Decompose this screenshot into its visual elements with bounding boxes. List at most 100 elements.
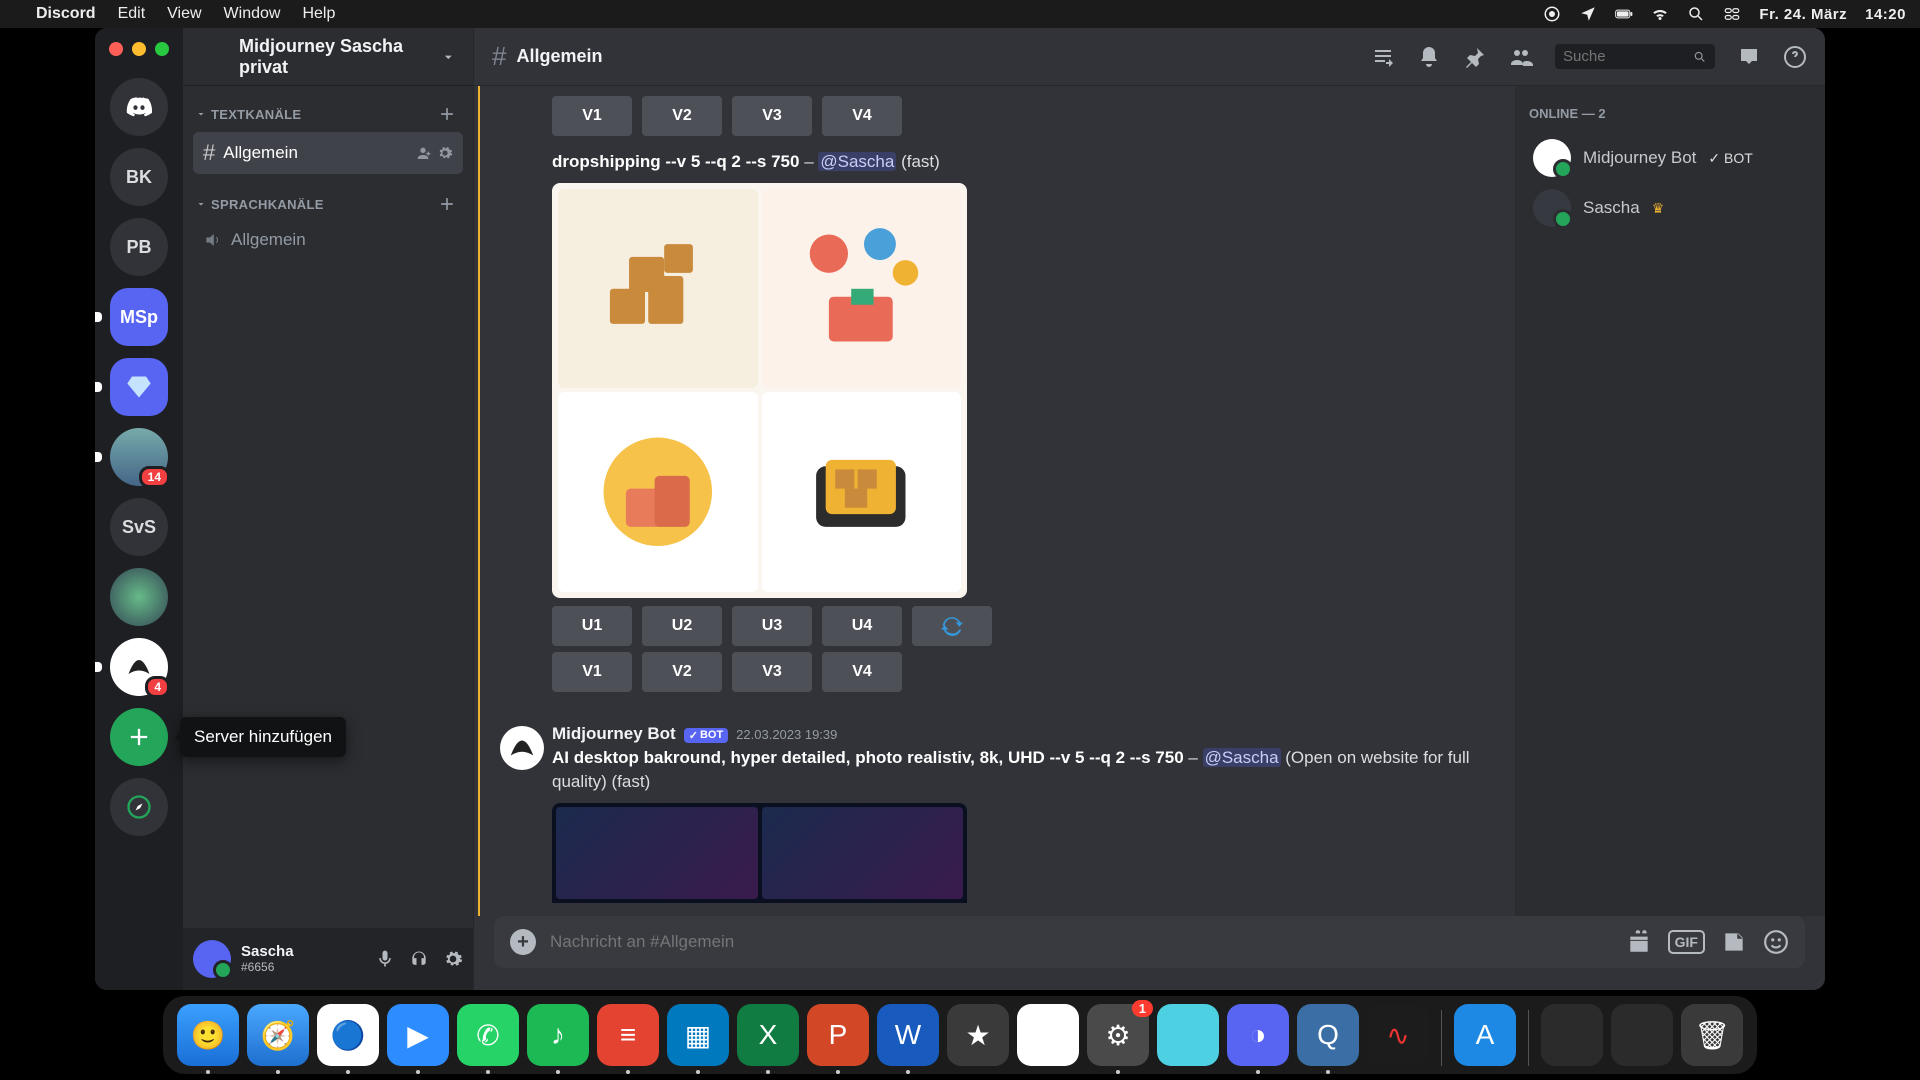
deafen-icon[interactable] [409,949,429,969]
dock-chrome[interactable]: 🔵 [317,1004,379,1066]
reroll-button[interactable] [912,606,992,646]
notifications-icon[interactable] [1417,45,1441,69]
dock-word[interactable]: W [877,1004,939,1066]
v3-button[interactable]: V3 [732,96,812,136]
dock-minimized-window[interactable] [1611,1004,1673,1066]
dock-trash[interactable]: 🗑 [1681,1004,1743,1066]
server-svs[interactable]: SvS [110,498,168,556]
record-icon[interactable] [1543,5,1561,23]
text-channel-allgemein[interactable]: # Allgemein [193,132,463,174]
menubar-view[interactable]: View [167,5,201,23]
dock-trello[interactable]: ▦ [667,1004,729,1066]
search-box[interactable] [1555,44,1715,69]
dock-zoom[interactable]: ▶ [387,1004,449,1066]
user-name[interactable]: Sascha [241,944,294,961]
v1-button[interactable]: V1 [552,652,632,692]
image-grid[interactable] [552,803,967,903]
gift-icon[interactable] [1626,929,1652,955]
image-cell-2[interactable] [762,189,962,389]
dock-discord[interactable]: ◑ [1227,1004,1289,1066]
text-channels-category[interactable]: TEXTKANÄLE [183,86,473,130]
gear-icon[interactable] [437,145,453,161]
menubar-date[interactable]: Fr. 24. März [1759,6,1847,23]
server-avatar1[interactable]: 14 [110,428,168,486]
control-center-icon[interactable] [1723,5,1741,23]
mute-icon[interactable] [375,949,395,969]
invite-icon[interactable] [415,145,431,161]
add-channel-icon[interactable] [437,194,457,214]
dock-spotify[interactable]: ♪ [527,1004,589,1066]
menubar-time[interactable]: 14:20 [1865,6,1906,23]
voice-channel-allgemein[interactable]: Allgemein [193,222,463,258]
dock-safari[interactable]: 🧭 [247,1004,309,1066]
emoji-icon[interactable] [1763,929,1789,955]
attach-button[interactable]: + [510,929,536,955]
dock-whatsapp[interactable]: ✆ [457,1004,519,1066]
u4-button[interactable]: U4 [822,606,902,646]
u2-button[interactable]: U2 [642,606,722,646]
voice-channels-category[interactable]: SPRACHKANÄLE [183,176,473,220]
server-bk[interactable]: BK [110,148,168,206]
dock-imovie[interactable]: ★ [947,1004,1009,1066]
dock-finder[interactable]: 🙂 [177,1004,239,1066]
dock-excel[interactable]: X [737,1004,799,1066]
gif-button[interactable]: GIF [1668,930,1705,954]
members-icon[interactable] [1509,45,1533,69]
u1-button[interactable]: U1 [552,606,632,646]
image-cell-4[interactable] [762,392,962,592]
menubar-window[interactable]: Window [224,5,281,23]
bot-avatar[interactable] [500,726,544,770]
minimize-window-button[interactable] [132,42,146,56]
image-cell-1[interactable] [556,807,758,899]
v3-button[interactable]: V3 [732,652,812,692]
close-window-button[interactable] [109,42,123,56]
dock-app-cyan[interactable] [1157,1004,1219,1066]
member-row[interactable]: Midjourney Bot ✓ BOT [1529,133,1811,183]
v4-button[interactable]: V4 [822,652,902,692]
v2-button[interactable]: V2 [642,652,722,692]
message-author[interactable]: Midjourney Bot [552,724,676,744]
window-traffic-lights[interactable] [109,42,169,56]
server-header[interactable]: Midjourney Sascha privat [183,28,473,86]
help-icon[interactable] [1783,45,1807,69]
menubar-help[interactable]: Help [302,5,335,23]
message-input[interactable] [550,932,1612,952]
v4-button[interactable]: V4 [822,96,902,136]
image-cell-3[interactable] [558,392,758,592]
server-gem[interactable] [110,358,168,416]
menubar-edit[interactable]: Edit [118,5,146,23]
dock-settings[interactable]: ⚙1 [1087,1004,1149,1066]
wifi-icon[interactable] [1651,5,1669,23]
sticker-icon[interactable] [1721,929,1747,955]
dock-quicktime[interactable]: Q [1297,1004,1359,1066]
u3-button[interactable]: U3 [732,606,812,646]
inbox-icon[interactable] [1737,45,1761,69]
dock-todoist[interactable]: ≡ [597,1004,659,1066]
image-cell-2[interactable] [762,807,964,899]
dock-drive[interactable]: ▲ [1017,1004,1079,1066]
dock-appstore[interactable]: A [1454,1004,1516,1066]
explore-servers-button[interactable] [110,778,168,836]
add-channel-icon[interactable] [437,104,457,124]
image-cell-1[interactable] [558,189,758,389]
server-home[interactable] [110,78,168,136]
settings-icon[interactable] [443,949,463,969]
server-photo[interactable] [110,568,168,626]
menubar-app-name[interactable]: Discord [36,5,96,23]
v1-button[interactable]: V1 [552,96,632,136]
location-icon[interactable] [1579,5,1597,23]
member-row[interactable]: Sascha ♛ [1529,183,1811,233]
pinned-icon[interactable] [1463,45,1487,69]
search-icon[interactable] [1687,5,1705,23]
image-grid[interactable] [552,183,967,598]
v2-button[interactable]: V2 [642,96,722,136]
search-input[interactable] [1563,48,1685,65]
mention[interactable]: @Sascha [818,152,896,171]
user-avatar[interactable] [193,940,231,978]
server-midjourney[interactable]: 4 [110,638,168,696]
maximize-window-button[interactable] [155,42,169,56]
server-msp[interactable]: MSp [110,288,168,346]
mention[interactable]: @Sascha [1203,748,1281,767]
add-server-button[interactable]: Server hinzufügen [110,708,168,766]
server-pb[interactable]: PB [110,218,168,276]
